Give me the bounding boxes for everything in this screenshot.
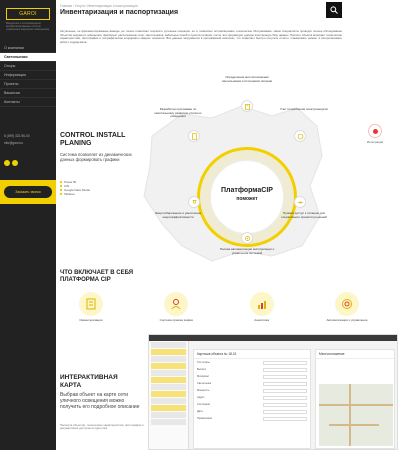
interactive-map-note: Паспорта объектов, технические характери… — [60, 423, 144, 431]
integration-label: Интеграция — [366, 140, 384, 144]
breadcrumb[interactable]: Главная / Услуги / Инвентаризация и пасп… — [60, 4, 137, 8]
module-automation[interactable]: Автоматизация и управление — [320, 292, 374, 323]
document-icon — [191, 132, 197, 140]
intro-text: Актуальные, не фрагментированные выводы,… — [60, 29, 342, 44]
module-label: Автоматизация и управление — [326, 318, 368, 322]
callback-button[interactable]: Заказать звонок — [4, 186, 52, 198]
integration-badge[interactable]: Интеграция — [360, 124, 390, 144]
platform-title: ПлатформаCIP — [221, 187, 273, 194]
module-analytics[interactable]: Аналитика — [235, 292, 289, 323]
sidebar-nav: О компании Светильники Опоры Информация … — [0, 44, 56, 107]
search-button[interactable] — [326, 2, 342, 18]
location-node — [241, 100, 253, 112]
analytics-icon — [249, 292, 274, 316]
location-panel: Местоположение — [315, 349, 395, 449]
interactive-map-title: ИНТЕРАКТИВНАЯ КАРТА — [60, 374, 118, 389]
nav-item-about[interactable]: О компании — [0, 44, 56, 53]
building-icon — [244, 103, 250, 110]
module-requests[interactable]: Система приема заявок — [149, 292, 203, 323]
integration-icon — [368, 124, 382, 138]
node-label-automation: Полная автоматизация эксплуатации и упра… — [219, 247, 275, 255]
location-title: Местоположение — [316, 350, 394, 359]
meter-icon — [297, 133, 303, 139]
page-title: Инвентаризация и паспортизация — [60, 9, 179, 16]
control-install-title: CONTROL INSTALL PLANING — [60, 132, 126, 147]
modules-list: Инвентаризация Система приема заявок Ана… — [64, 292, 374, 323]
automation-node — [241, 232, 253, 244]
module-label: Система приема заявок — [159, 318, 193, 322]
control-install-desc: Система позволяет из динамических данных… — [60, 152, 132, 163]
node-label-access: Прямой доступ к питанию для оперативного… — [281, 211, 327, 219]
logo-tagline: Внедрение и сопровождение автоматизирова… — [6, 22, 50, 32]
node-label-location: Определение местоположения светильников … — [222, 75, 272, 83]
interactive-map-desc: Выбрав объект на карте сети уличного осв… — [60, 392, 140, 411]
whatsapp-icon[interactable] — [4, 160, 10, 166]
nav-item-info[interactable]: Информация — [0, 71, 56, 80]
social-links — [4, 160, 18, 166]
nav-item-contacts[interactable]: Контакты — [0, 98, 56, 107]
nav-item-projects[interactable]: Проекты — [0, 80, 56, 89]
gear-icon — [244, 235, 250, 241]
modules-title: ЧТО ВКЛЮЧАЕТ В СЕБЯ ПЛАТФОРМА CIP — [60, 270, 134, 283]
map-view[interactable] — [319, 384, 393, 446]
node-label-program: Разработка программы по капитальному раз… — [154, 107, 202, 119]
object-tree — [149, 341, 189, 449]
page: GAROI Внедрение и сопровождение автомати… — [0, 0, 400, 450]
nav-item-poles[interactable]: Опоры — [0, 62, 56, 71]
object-card: Карточка объекта № 18-01 Тип опоры Высот… — [193, 349, 311, 449]
network-icon — [297, 200, 303, 204]
node-label-efficiency: Энергосбережение и увеличение энергоэффе… — [154, 211, 202, 219]
search-icon — [330, 6, 338, 14]
list-item: Tableau — [60, 192, 90, 196]
tools-list: Power BI CIN Google Data Studio Tableau — [60, 180, 90, 196]
module-inventory[interactable]: Инвентаризация — [64, 292, 118, 323]
efficiency-node — [188, 196, 200, 208]
app-screenshot: Карточка объекта № 18-01 Тип опоры Высот… — [148, 334, 398, 450]
phone-link[interactable]: 8 (499) 322-96-00 — [4, 134, 54, 138]
sidebar: GAROI Внедрение и сопровождение автомати… — [0, 0, 56, 450]
nav-item-vacancies[interactable]: Вакансии — [0, 89, 56, 98]
email-link[interactable]: info@garoi.ru — [4, 141, 54, 145]
lamp-icon — [192, 199, 196, 204]
telegram-icon[interactable] — [12, 160, 18, 166]
logo[interactable]: GAROI — [6, 8, 50, 20]
object-card-title: Карточка объекта № 18-01 — [194, 350, 310, 359]
metering-node — [294, 130, 306, 142]
module-label: Аналитика — [254, 318, 270, 322]
target-icon — [334, 292, 359, 316]
access-node — [294, 196, 306, 208]
platform-subtitle: поможет — [236, 196, 258, 202]
node-label-metering: Учет потребления электроэнергии — [280, 107, 328, 111]
program-node — [188, 130, 200, 142]
user-icon — [164, 292, 189, 316]
module-label: Инвентаризация — [79, 318, 103, 322]
clipboard-icon — [79, 292, 103, 316]
nav-item-luminaires[interactable]: Светильники — [0, 53, 56, 62]
